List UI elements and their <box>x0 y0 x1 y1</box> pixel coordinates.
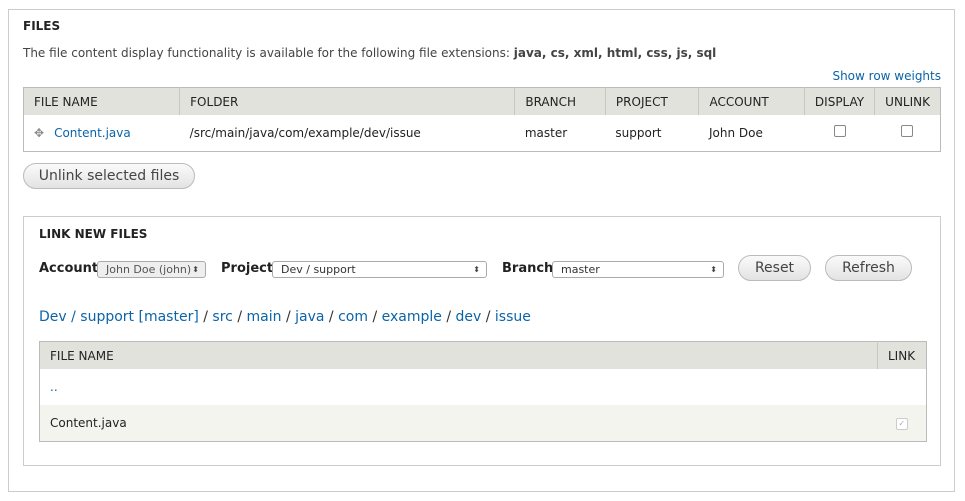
breadcrumb-sep: / <box>203 309 208 325</box>
breadcrumb-sep: / <box>237 309 243 325</box>
breadcrumb-sep: / <box>446 309 452 325</box>
branch-label: Branch <box>502 261 554 276</box>
col-folder: FOLDER <box>179 87 515 115</box>
files-table: FILE NAME FOLDER BRANCH PROJECT ACCOUNT … <box>23 87 941 152</box>
select-arrows-icon: ⬍ <box>192 265 199 274</box>
col-branch: BRANCH <box>514 87 606 115</box>
branch-value: master <box>561 263 600 276</box>
folder-cell: /src/main/java/com/example/dev/issue <box>189 125 421 140</box>
col-project: PROJECT <box>604 87 699 115</box>
branch-cell: master <box>524 125 568 140</box>
col-display: DISPLAY <box>803 87 875 115</box>
project-value: Dev / support <box>281 263 356 276</box>
account-select[interactable]: John Doe (john) ⬍ <box>97 261 206 278</box>
unlink-checkbox[interactable] <box>901 125 914 138</box>
breadcrumb-root[interactable]: Dev / support [master] <box>39 309 199 325</box>
project-cell: support <box>615 125 662 140</box>
col-file-name: FILE NAME <box>39 341 878 369</box>
breadcrumb-sep: / <box>328 309 334 325</box>
display-checkbox[interactable] <box>833 125 846 138</box>
breadcrumb-src[interactable]: src <box>212 309 232 325</box>
description-text: The file content display functionality i… <box>23 46 514 60</box>
table-row: Content.java ✓ <box>39 405 927 441</box>
drag-handle-icon[interactable]: ✥ <box>34 126 44 140</box>
select-arrows-icon: ⬍ <box>710 265 717 274</box>
link-checkbox-checked[interactable]: ✓ <box>895 418 908 431</box>
breadcrumb-example[interactable]: example <box>382 309 442 325</box>
account-label: Account <box>39 261 99 276</box>
table-row: ✥ Content.java /src/main/java/com/example… <box>24 115 941 151</box>
breadcrumb-java[interactable]: java <box>295 309 324 325</box>
table-row: .. <box>40 369 927 405</box>
files-description: The file content display functionality i… <box>23 46 716 60</box>
project-select[interactable]: Dev / support ⬍ <box>272 261 487 278</box>
project-label: Project <box>221 261 274 276</box>
breadcrumb-com[interactable]: com <box>338 309 368 325</box>
reset-button[interactable]: Reset <box>738 255 811 281</box>
col-file-name: FILE NAME <box>23 87 180 115</box>
breadcrumb-main[interactable]: main <box>247 309 282 325</box>
table-header: FILE NAME FOLDER BRANCH PROJECT ACCOUNT … <box>23 87 941 115</box>
breadcrumb-sep: / <box>372 309 378 325</box>
parent-dir-link[interactable]: .. <box>50 380 58 394</box>
col-link: LINK <box>877 341 927 369</box>
breadcrumb: Dev / support [master] / src / main / ja… <box>39 309 531 325</box>
breadcrumb-sep: / <box>485 309 491 325</box>
show-row-weights-link[interactable]: Show row weights <box>832 69 941 83</box>
col-account: ACCOUNT <box>698 87 805 115</box>
col-unlink: UNLINK <box>874 87 941 115</box>
refresh-button[interactable]: Refresh <box>825 255 912 281</box>
files-title: FILES <box>23 19 61 33</box>
table-header: FILE NAME LINK <box>39 341 927 369</box>
breadcrumb-dev[interactable]: dev <box>456 309 482 325</box>
unlink-selected-files-button[interactable]: Unlink selected files <box>23 163 195 189</box>
file-link[interactable]: Content.java <box>54 126 131 140</box>
account-value: John Doe (john) <box>106 263 192 276</box>
branch-select[interactable]: master ⬍ <box>552 261 724 278</box>
account-cell: John Doe <box>708 125 763 140</box>
breadcrumb-issue[interactable]: issue <box>495 309 531 325</box>
file-name-cell: Content.java <box>50 415 127 430</box>
breadcrumb-sep: / <box>285 309 291 325</box>
select-arrows-icon: ⬍ <box>473 265 480 274</box>
browse-table: FILE NAME LINK .. Content.java ✓ <box>39 341 927 442</box>
link-new-files-title: LINK NEW FILES <box>39 227 148 241</box>
extensions-list: java, cs, xml, html, css, js, sql <box>513 46 717 60</box>
